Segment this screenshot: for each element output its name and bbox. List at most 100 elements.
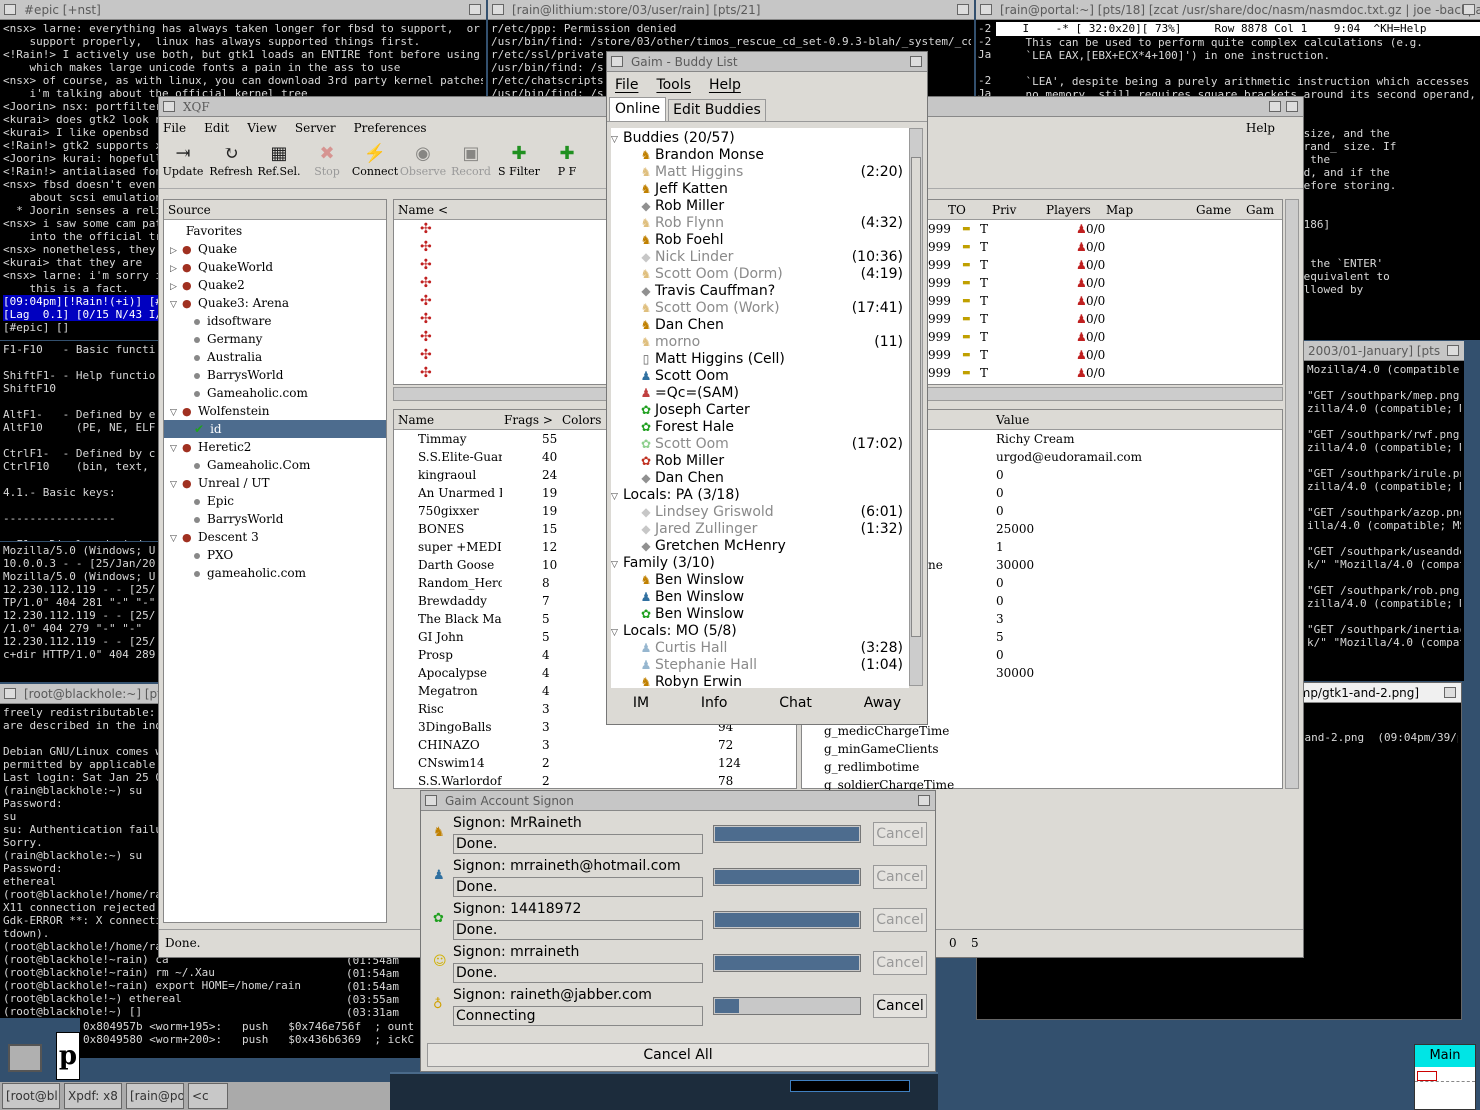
taskbar-button[interactable]: [rain@po [126,1083,184,1109]
toolbar-update-button[interactable]: ⇥ Update [159,143,207,178]
buddy-row[interactable]: ♟ Scott Oom [611,368,909,385]
tree-item[interactable]: Favorites [164,222,386,240]
gaim-buddy-list-window[interactable]: Gaim - Buddy List File Tools Help Online E… [606,51,928,725]
tab-online[interactable]: Online [609,97,667,121]
tree-item[interactable]: ▷ ● Quake [164,240,386,258]
menu-edit[interactable]: Edit [204,121,229,135]
buddy-row[interactable]: ✿ Rob Miller [611,453,909,470]
expander-icon[interactable]: ▽ [170,476,182,494]
tree-item[interactable]: ▽ ● Unreal / UT [164,474,386,492]
source-tree[interactable]: Favorites ▷ ● Quake ▷ ● QuakeWorld ▷ ● Quake2 ▽ ● Qu… [164,220,386,582]
menu-file[interactable]: File [163,121,186,135]
column-header-to[interactable]: TO [948,200,966,219]
tree-item[interactable]: ▽ ● Quake3: Arena [164,294,386,312]
buddy-row[interactable]: ✿ Forest Hale [611,419,909,436]
expander-icon[interactable]: ▽ [170,296,182,314]
player-row[interactable]: CNswim14 2 124 [394,754,796,772]
menu-help[interactable]: Help [1246,121,1275,135]
tree-item[interactable]: ▽ ● Descent 3 [164,528,386,546]
scroll-thumb[interactable] [911,157,921,637]
expander-icon[interactable]: ▽ [170,440,182,458]
terminal-output[interactable]: F1-F10 - Basic function ShiftF1- - Help f… [0,341,158,541]
tree-item[interactable]: BarrysWorld [164,510,386,528]
tree-item[interactable]: ▽ ● Heretic2 [164,438,386,456]
tree-item[interactable]: BarrysWorld [164,366,386,384]
title-bar[interactable]: 2003/01-January] [pts [1304,341,1464,361]
toolbar-sfilter-button[interactable]: ✚ S Filter [495,143,543,178]
buddy-row[interactable]: ◆ Gretchen McHenry [611,538,909,555]
terminal-output[interactable]: Mozilla/5.0 (Windows; U; 10.0.0.3 - - [25… [0,542,158,682]
tree-item[interactable]: ✔ id [164,420,386,438]
southpark-log-terminal[interactable]: 2003/01-January] [pts Mozilla/4.0 (compa… [1304,341,1464,681]
gaim-im-button[interactable]: IM [633,695,649,711]
menu-tools[interactable]: Tools [656,77,691,93]
buddy-scrollbar[interactable] [909,128,923,686]
gdb-terminal[interactable]: 0x804957b <worm+195>: push $0x746e756f ;… [80,1018,420,1058]
taskbar-button[interactable]: Xpdf: x8 [64,1083,122,1109]
account-signon-window[interactable]: Gaim Account Signon ♞ Signon: MrRaineth Do… [420,790,936,1072]
toolbar-stop-button[interactable]: ✖ Stop [303,143,351,178]
gaim-chat-button[interactable]: Chat [779,695,812,711]
buddy-row[interactable]: ✿ Ben Winslow [611,606,909,623]
buddy-row[interactable]: ◆ Nick Linder (10:36) [611,249,909,266]
tree-item[interactable]: Gameaholic.Com [164,456,386,474]
toolbar-pf-button[interactable]: ✚ P F [543,143,591,178]
tab-edit-buddies[interactable]: Edit Buddies [668,99,766,121]
title-bar[interactable]: #epic [+nst] [0,0,486,20]
xmms-player[interactable] [390,1072,938,1110]
buddy-row[interactable]: ▯ Matt Higgins (Cell) [611,351,909,368]
toolbar-observe-button[interactable]: ◉ Observe [399,143,447,178]
buddy-row[interactable]: ♞ Dan Chen [611,317,909,334]
buddy-row[interactable]: ✿ Joseph Carter [611,402,909,419]
tree-item[interactable]: Australia [164,348,386,366]
menu-preferences[interactable]: Preferences [354,121,427,135]
buddy-row[interactable]: ♞ Scott Oom (Work) (17:41) [611,300,909,317]
title-bar[interactable]: Gaim Account Signon [421,791,935,811]
buddy-group[interactable]: ▽ Locals: PA (3/18) [611,487,909,504]
column-header-map[interactable]: Map [1106,200,1133,219]
buddy-row[interactable]: ✿ Scott Oom (17:02) [611,436,909,453]
title-bar[interactable]: [rain@lithium:store/03/user/rain] [pts/2… [488,0,974,20]
buddy-row[interactable]: ♞ Matt Higgins (2:20) [611,164,909,181]
terminal-launcher-icon[interactable] [8,1044,42,1072]
pager[interactable]: Main [1414,1044,1476,1110]
buddy-row[interactable]: ♞ Brandon Monse [611,147,909,164]
menu-server[interactable]: Server [295,121,336,135]
buddy-row[interactable]: ♞ Scott Oom (Dorm) (4:19) [611,266,909,283]
tree-item[interactable]: gameaholic.com [164,564,386,582]
toolbar-connect-button[interactable]: ⚡ Connect [351,143,399,178]
taskbar-button[interactable]: <c [188,1083,228,1109]
column-header-name[interactable]: Name [398,410,434,429]
column-header-game[interactable]: Game [1196,200,1231,219]
column-header-colors[interactable]: Colors [562,410,601,429]
toolbar-refresh-button[interactable]: ↻ Refresh [207,143,255,178]
terminal-output[interactable]: 0x804957b <worm+195>: push $0x746e756f ;… [80,1018,420,1058]
apache-log-terminal[interactable]: Mozilla/5.0 (Windows; U; 10.0.0.3 - - [25… [0,542,158,682]
joe-help-terminal[interactable]: F1-F10 - Basic function ShiftF1- - Help f… [0,341,158,541]
expander-icon[interactable]: ▽ [170,530,182,548]
taskbar-button[interactable]: [root@bl [2,1083,60,1109]
vertical-scrollbar[interactable] [1285,199,1299,789]
buddy-group[interactable]: ▽ Buddies (20/57) [611,130,909,147]
menu-help[interactable]: Help [709,77,741,93]
buddy-row[interactable]: ♟ Stephanie Hall (1:04) [611,657,909,674]
tree-item[interactable]: Epic [164,492,386,510]
buddy-row[interactable]: ♟ =Qc=(SAM) [611,385,909,402]
terminal-output[interactable]: Mozilla/4.0 (compatible; MSI "GET /southp… [1304,361,1464,679]
tree-item[interactable]: ▽ ● Wolfenstein [164,402,386,420]
cancel-all-button[interactable]: Cancel All [427,1043,929,1067]
source-tree-panel[interactable]: Source Favorites ▷ ● Quake ▷ ● QuakeWorld ▷ ● Qua… [163,199,387,923]
xpdf-icon[interactable]: p [56,1032,80,1080]
column-header-players[interactable]: Players [1046,200,1091,219]
buddy-row[interactable]: ♞ Rob Foehl [611,232,909,249]
tree-item[interactable]: idsoftware [164,312,386,330]
buddy-row[interactable]: ♟ Curtis Hall (3:28) [611,640,909,657]
buddy-group[interactable]: ▽ Family (3/10) [611,555,909,572]
source-column-header[interactable]: Source [164,200,386,220]
buddy-row[interactable]: ◆ Dan Chen [611,470,909,487]
buddy-tree[interactable]: ▽ Buddies (20/57) ♞ Brandon Monse ♞ Matt Higg… [611,128,909,688]
buddy-row[interactable]: ◆ Lindsey Griswold (6:01) [611,504,909,521]
tree-item[interactable]: ▷ ● Quake2 [164,276,386,294]
buddy-row[interactable]: ♞ Rob Flynn (4:32) [611,215,909,232]
column-header-priv[interactable]: Priv [992,200,1016,219]
